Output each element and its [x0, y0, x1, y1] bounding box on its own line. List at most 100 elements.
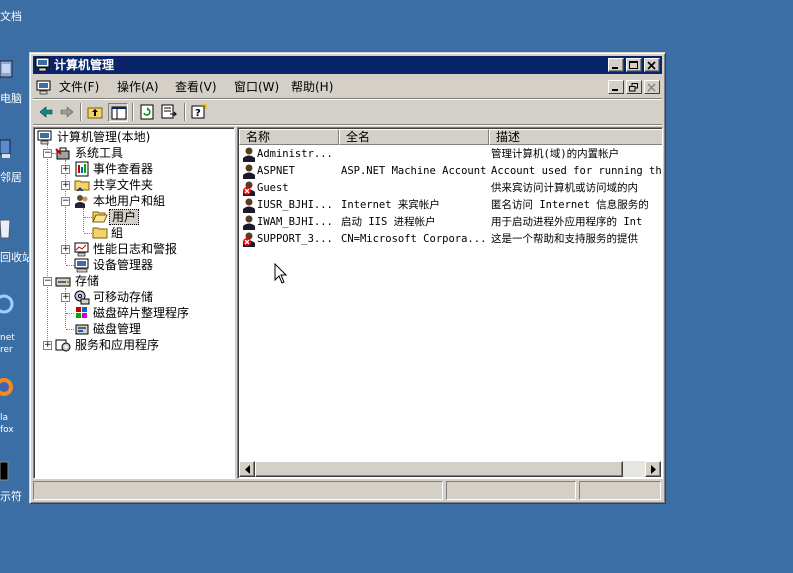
tree-line [47, 144, 48, 346]
help-icon[interactable]: ? [189, 103, 209, 122]
device-manager-icon [74, 258, 89, 273]
command-prompt-icon[interactable] [0, 458, 14, 484]
tree-label: 組 [111, 226, 124, 240]
back-arrow-icon[interactable] [36, 103, 56, 122]
tree-label: 事件查看器 [93, 162, 154, 176]
menu-file[interactable]: 文件(F) [59, 80, 99, 95]
desktop-label-network[interactable]: 邻居 [0, 171, 22, 184]
firefox-icon[interactable] [0, 374, 14, 400]
console-tree[interactable]: 计算机管理(本地) − 系统工具 + 事件查看器 + 共享文件夹 − 本地用户和… [33, 127, 235, 479]
expand-toggle[interactable]: + [61, 165, 70, 174]
tree-line [66, 265, 74, 266]
refresh-icon[interactable] [137, 103, 157, 122]
up-folder-icon[interactable] [85, 103, 105, 122]
tree-label: 磁盘碎片整理程序 [93, 306, 190, 320]
expand-toggle[interactable]: + [61, 181, 70, 190]
network-places-icon[interactable] [0, 136, 14, 162]
cell-fullname: Internet 来宾帐户 [341, 199, 440, 211]
show-hide-tree-icon[interactable] [108, 103, 128, 122]
user-row[interactable]: IWAM_BJHI... 启动 IIS 进程帐户 用于启动进程外应用程序的 Int [241, 214, 662, 231]
expand-toggle[interactable]: + [61, 245, 70, 254]
cell-description: 管理计算机(域)的内置帐户 [491, 148, 620, 160]
cell-fullname: CN=Microsoft Corpora... [341, 233, 487, 245]
collapse-toggle[interactable]: − [61, 197, 70, 206]
tree-label: 系统工具 [75, 146, 124, 160]
user-row[interactable]: ASPNET ASP.NET Machine Account Account use… [241, 163, 662, 180]
column-header-description[interactable]: 描述 [489, 129, 662, 145]
user-row[interactable]: IUSR_BJHI... Internet 来宾帐户 匿名访问 Internet 信… [241, 197, 662, 214]
tree-label-selected: 用户 [109, 209, 140, 225]
scroll-left-button[interactable] [239, 461, 255, 477]
status-pane-2 [446, 481, 576, 500]
my-computer-icon[interactable] [0, 58, 14, 84]
cell-fullname: 启动 IIS 进程帐户 [341, 216, 436, 228]
child-minimize-button[interactable] [608, 80, 624, 94]
maximize-button[interactable] [626, 58, 642, 72]
disabled-user-icon [243, 181, 255, 196]
storage-icon [55, 277, 71, 287]
disabled-user-icon [243, 232, 255, 247]
collapse-toggle[interactable]: − [43, 149, 52, 158]
forward-arrow-icon[interactable] [57, 103, 77, 122]
menu-window[interactable]: 窗口(W) [234, 80, 279, 95]
child-close-button[interactable] [644, 80, 660, 94]
cell-description: 这是一个帮助和支持服务的提供 [491, 233, 638, 245]
menu-action[interactable]: 操作(A) [117, 80, 159, 95]
tree-label: 计算机管理(本地) [57, 130, 151, 144]
tree-label: 存储 [75, 274, 100, 288]
desktop-label-documents[interactable]: 文档 [0, 10, 22, 23]
cell-description: 匿名访问 Internet 信息服务的 [491, 199, 649, 211]
user-row[interactable]: Guest 供来宾访问计算机或访问域的内 [241, 180, 662, 197]
user-icon [243, 198, 255, 213]
collapse-toggle[interactable]: − [43, 277, 52, 286]
user-row[interactable]: Administr... 管理计算机(域)的内置帐户 [241, 146, 662, 163]
expand-toggle[interactable]: + [61, 293, 70, 302]
horizontal-scrollbar[interactable] [239, 461, 661, 477]
scroll-right-button[interactable] [645, 461, 661, 477]
tree-line [84, 217, 92, 218]
export-list-icon[interactable] [159, 103, 179, 122]
column-header-fullname[interactable]: 全名 [339, 129, 489, 145]
menu-bar: 文件(F) 操作(A) 查看(V) 窗口(W) 帮助(H) [33, 77, 662, 98]
title-bar[interactable]: 计算机管理 [33, 56, 662, 74]
removable-storage-icon [74, 290, 90, 305]
minimize-button[interactable] [608, 58, 624, 72]
user-row[interactable]: SUPPORT_3... CN=Microsoft Corpora... 这是一个帮… [241, 231, 662, 248]
user-icon [243, 147, 255, 162]
menu-view[interactable]: 查看(V) [175, 80, 217, 95]
tree-label: 共享文件夹 [93, 178, 154, 192]
child-restore-button[interactable] [626, 80, 642, 94]
desktop-label-firefox[interactable]: la fox [0, 412, 14, 436]
desktop-label-ie[interactable]: net rer [0, 332, 15, 356]
disk-defragmenter-icon [76, 307, 87, 318]
menu-help[interactable]: 帮助(H) [291, 80, 333, 95]
folder-icon [92, 227, 108, 239]
tree-line [84, 233, 92, 234]
user-icon [243, 164, 255, 179]
window-title: 计算机管理 [54, 58, 115, 72]
computer-management-icon [35, 57, 50, 72]
computer-icon [37, 130, 52, 145]
toolbox-icon [55, 147, 70, 160]
desktop-label-computer[interactable]: 电脑 [0, 92, 22, 105]
close-button[interactable] [644, 58, 660, 72]
tree-line [83, 208, 84, 232]
menu-separator [33, 98, 662, 100]
mmc-document-icon[interactable] [36, 79, 52, 95]
desktop-label-cmd[interactable]: 示符 [0, 490, 22, 503]
column-header-name[interactable]: 名称 [239, 129, 339, 145]
svg-text:?: ? [195, 108, 201, 119]
recycle-bin-icon[interactable] [0, 214, 14, 240]
scrollbar-thumb[interactable] [255, 461, 623, 477]
internet-explorer-icon[interactable] [0, 292, 14, 318]
tree-label: 性能日志和警报 [93, 242, 178, 256]
cell-description: Account used for running the [491, 165, 663, 177]
tree-label: 磁盘管理 [93, 322, 142, 336]
shared-folder-icon [74, 180, 90, 192]
cell-name: SUPPORT_3... [257, 233, 333, 245]
user-list-view[interactable]: 名称 全名 描述 Administr... 管理计算机(域)的内置帐户 ASPNET… [237, 127, 663, 479]
expand-toggle[interactable]: + [43, 341, 52, 350]
cell-name: ASPNET [257, 165, 295, 177]
tree-line [66, 329, 74, 330]
toolbar-separator [184, 103, 186, 121]
